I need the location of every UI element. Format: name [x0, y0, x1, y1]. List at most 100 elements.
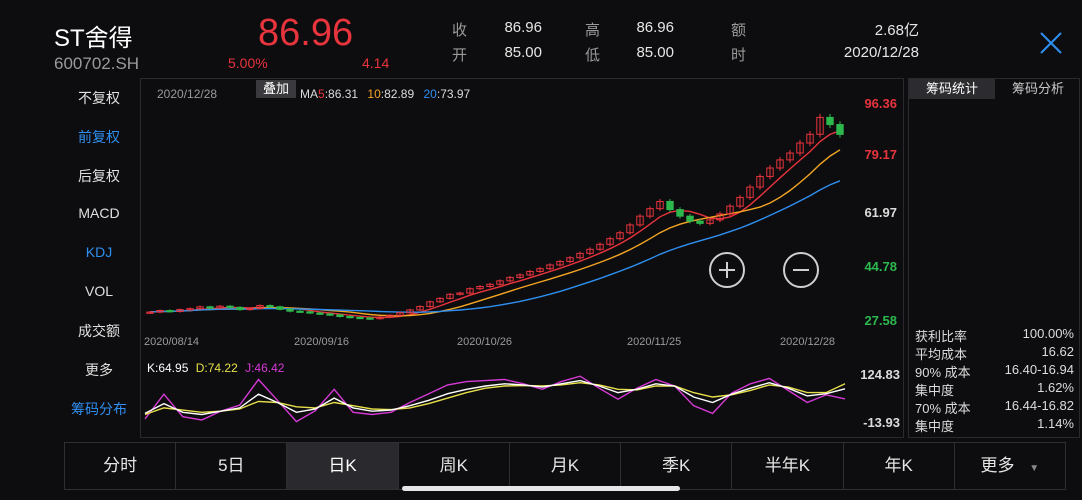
- candle-body: [346, 315, 354, 319]
- overlay-button[interactable]: 叠加: [256, 80, 296, 98]
- stat-value-profit-ratio: 100.00%: [1022, 326, 1074, 341]
- menu-vol[interactable]: VOL: [64, 283, 134, 299]
- x-label-3: 2020/11/25: [627, 336, 682, 348]
- ma20-value: 73.97: [440, 87, 471, 101]
- candle-body: [236, 306, 244, 311]
- kdj-d-line: [144, 381, 846, 416]
- stat-value-concentration-90: 1.62%: [1037, 380, 1074, 395]
- y-label-0: 96.36: [864, 96, 897, 111]
- tab-quarterly-k[interactable]: 季K: [621, 443, 733, 489]
- kdj-chart: [144, 375, 846, 423]
- quote-value-amount: 2.68亿: [874, 22, 919, 39]
- y-label-1: 79.17: [864, 147, 897, 162]
- candle-body: [276, 306, 284, 310]
- menu-chip-distribution[interactable]: 筹码分布: [64, 399, 134, 419]
- candle-body: [226, 305, 234, 308]
- menu-more[interactable]: 更多: [64, 360, 134, 380]
- x-label-4: 2020/12/28: [780, 336, 836, 348]
- tab-yearly-k[interactable]: 年K: [844, 443, 955, 489]
- stat-value-90-cost: 16.40-16.94: [1004, 362, 1074, 377]
- stat-value-concentration-70: 1.14%: [1037, 416, 1074, 431]
- candle-body: [286, 308, 294, 312]
- candle-body: [326, 313, 334, 316]
- candle-body: [296, 310, 304, 313]
- candle-body: [836, 124, 844, 135]
- quote-label-close: 收: [452, 22, 468, 39]
- candle-body: [316, 312, 324, 315]
- kdj-y-top: 124.83: [860, 367, 900, 382]
- kdj-j-line: [144, 375, 846, 423]
- quote-value-close: 86.96: [504, 19, 542, 36]
- candle-body: [306, 311, 314, 314]
- quote-label-amount: 额: [731, 22, 747, 39]
- tab-chip-analysis[interactable]: 筹码分析: [996, 79, 1080, 99]
- x-label-2: 2020/10/26: [457, 336, 513, 348]
- chevron-down-icon: ▼: [1029, 463, 1040, 474]
- ma10-period: 10: [367, 87, 381, 101]
- quote-label-time: 时: [731, 47, 747, 64]
- current-price: 86.96: [258, 12, 354, 54]
- menu-kdj[interactable]: KDJ: [64, 244, 134, 260]
- chart-date: 2020/12/28: [157, 87, 218, 101]
- stock-code: 600702.SH: [54, 54, 140, 73]
- quote-value-low: 85.00: [636, 44, 674, 61]
- quote-value-open: 85.00: [504, 44, 542, 61]
- candle-body: [826, 116, 834, 126]
- tab-chip-stats[interactable]: 筹码统计: [909, 79, 995, 99]
- stat-label-avg-cost: 平均成本: [915, 347, 968, 362]
- menu-no-adjust[interactable]: 不复权: [64, 88, 134, 108]
- ma10-line: [149, 149, 841, 317]
- x-label-0: 2020/08/14: [144, 336, 200, 348]
- tab-halfyear-k[interactable]: 半年K: [732, 443, 844, 489]
- ma5-value: 86.31: [328, 87, 359, 101]
- tab-monthly-k[interactable]: 月K: [510, 443, 622, 489]
- y-label-3: 44.78: [864, 259, 897, 274]
- quote-value-high: 86.96: [636, 19, 674, 36]
- zoom-out-button[interactable]: [783, 252, 819, 288]
- plus-circle-icon: [719, 262, 735, 278]
- tab-5day[interactable]: 5日: [176, 443, 288, 489]
- zoom-in-button[interactable]: [709, 252, 745, 288]
- ma-prefix: MA: [300, 87, 318, 101]
- tab-intraday[interactable]: 分时: [65, 443, 177, 489]
- candle-body: [686, 215, 694, 222]
- menu-macd[interactable]: MACD: [64, 205, 134, 221]
- period-tabs: 分时 5日 日K 周K 月K 季K 半年K 年K 更多 ▼: [64, 442, 1066, 490]
- home-indicator: [402, 486, 680, 491]
- ma5-line: [149, 130, 841, 319]
- quote-value-time: 2020/12/28: [843, 44, 919, 61]
- stat-label-profit-ratio: 获利比率: [915, 329, 968, 344]
- change-amount: 4.14: [362, 55, 390, 71]
- candlestick-chart: [146, 113, 844, 320]
- candle-body: [206, 306, 214, 309]
- tab-weekly-k[interactable]: 周K: [399, 443, 510, 489]
- ma20-period: 20: [423, 87, 437, 101]
- close-button[interactable]: [1038, 30, 1064, 56]
- candle-body: [676, 209, 684, 217]
- minus-circle-icon: [793, 269, 809, 271]
- candle-body: [266, 305, 274, 308]
- candle-body: [666, 200, 674, 211]
- menu-backward-adjust[interactable]: 后复权: [64, 166, 134, 186]
- change-percent: 5.00%: [228, 55, 268, 71]
- menu-forward-adjust[interactable]: 前复权: [64, 127, 134, 147]
- candle-body: [356, 316, 364, 320]
- kdj-y-bottom: -13.93: [863, 415, 900, 430]
- ma10-value: 82.89: [384, 87, 415, 101]
- quote-label-low: 低: [585, 47, 601, 64]
- tab-daily-k[interactable]: 日K: [287, 443, 399, 489]
- stat-label-concentration-90: 集中度: [915, 383, 955, 398]
- candle-body: [166, 310, 174, 313]
- y-label-2: 61.97: [864, 205, 897, 220]
- x-label-1: 2020/09/16: [294, 336, 350, 348]
- stat-value-70-cost: 16.44-16.82: [1004, 398, 1074, 413]
- more-periods-label: 更多: [980, 456, 1015, 475]
- stat-label-concentration-70: 集中度: [915, 419, 955, 434]
- indicator-menu: 不复权 前复权 后复权 MACD KDJ VOL 成交额 更多 筹码分布: [64, 78, 134, 420]
- stat-value-avg-cost: 16.62: [1041, 344, 1074, 359]
- ma5-period: 5: [318, 87, 325, 101]
- menu-turnover[interactable]: 成交额: [64, 321, 134, 341]
- candle-body: [336, 314, 344, 317]
- tab-more-periods[interactable]: 更多 ▼: [955, 443, 1065, 489]
- quote-label-high: 高: [585, 22, 601, 39]
